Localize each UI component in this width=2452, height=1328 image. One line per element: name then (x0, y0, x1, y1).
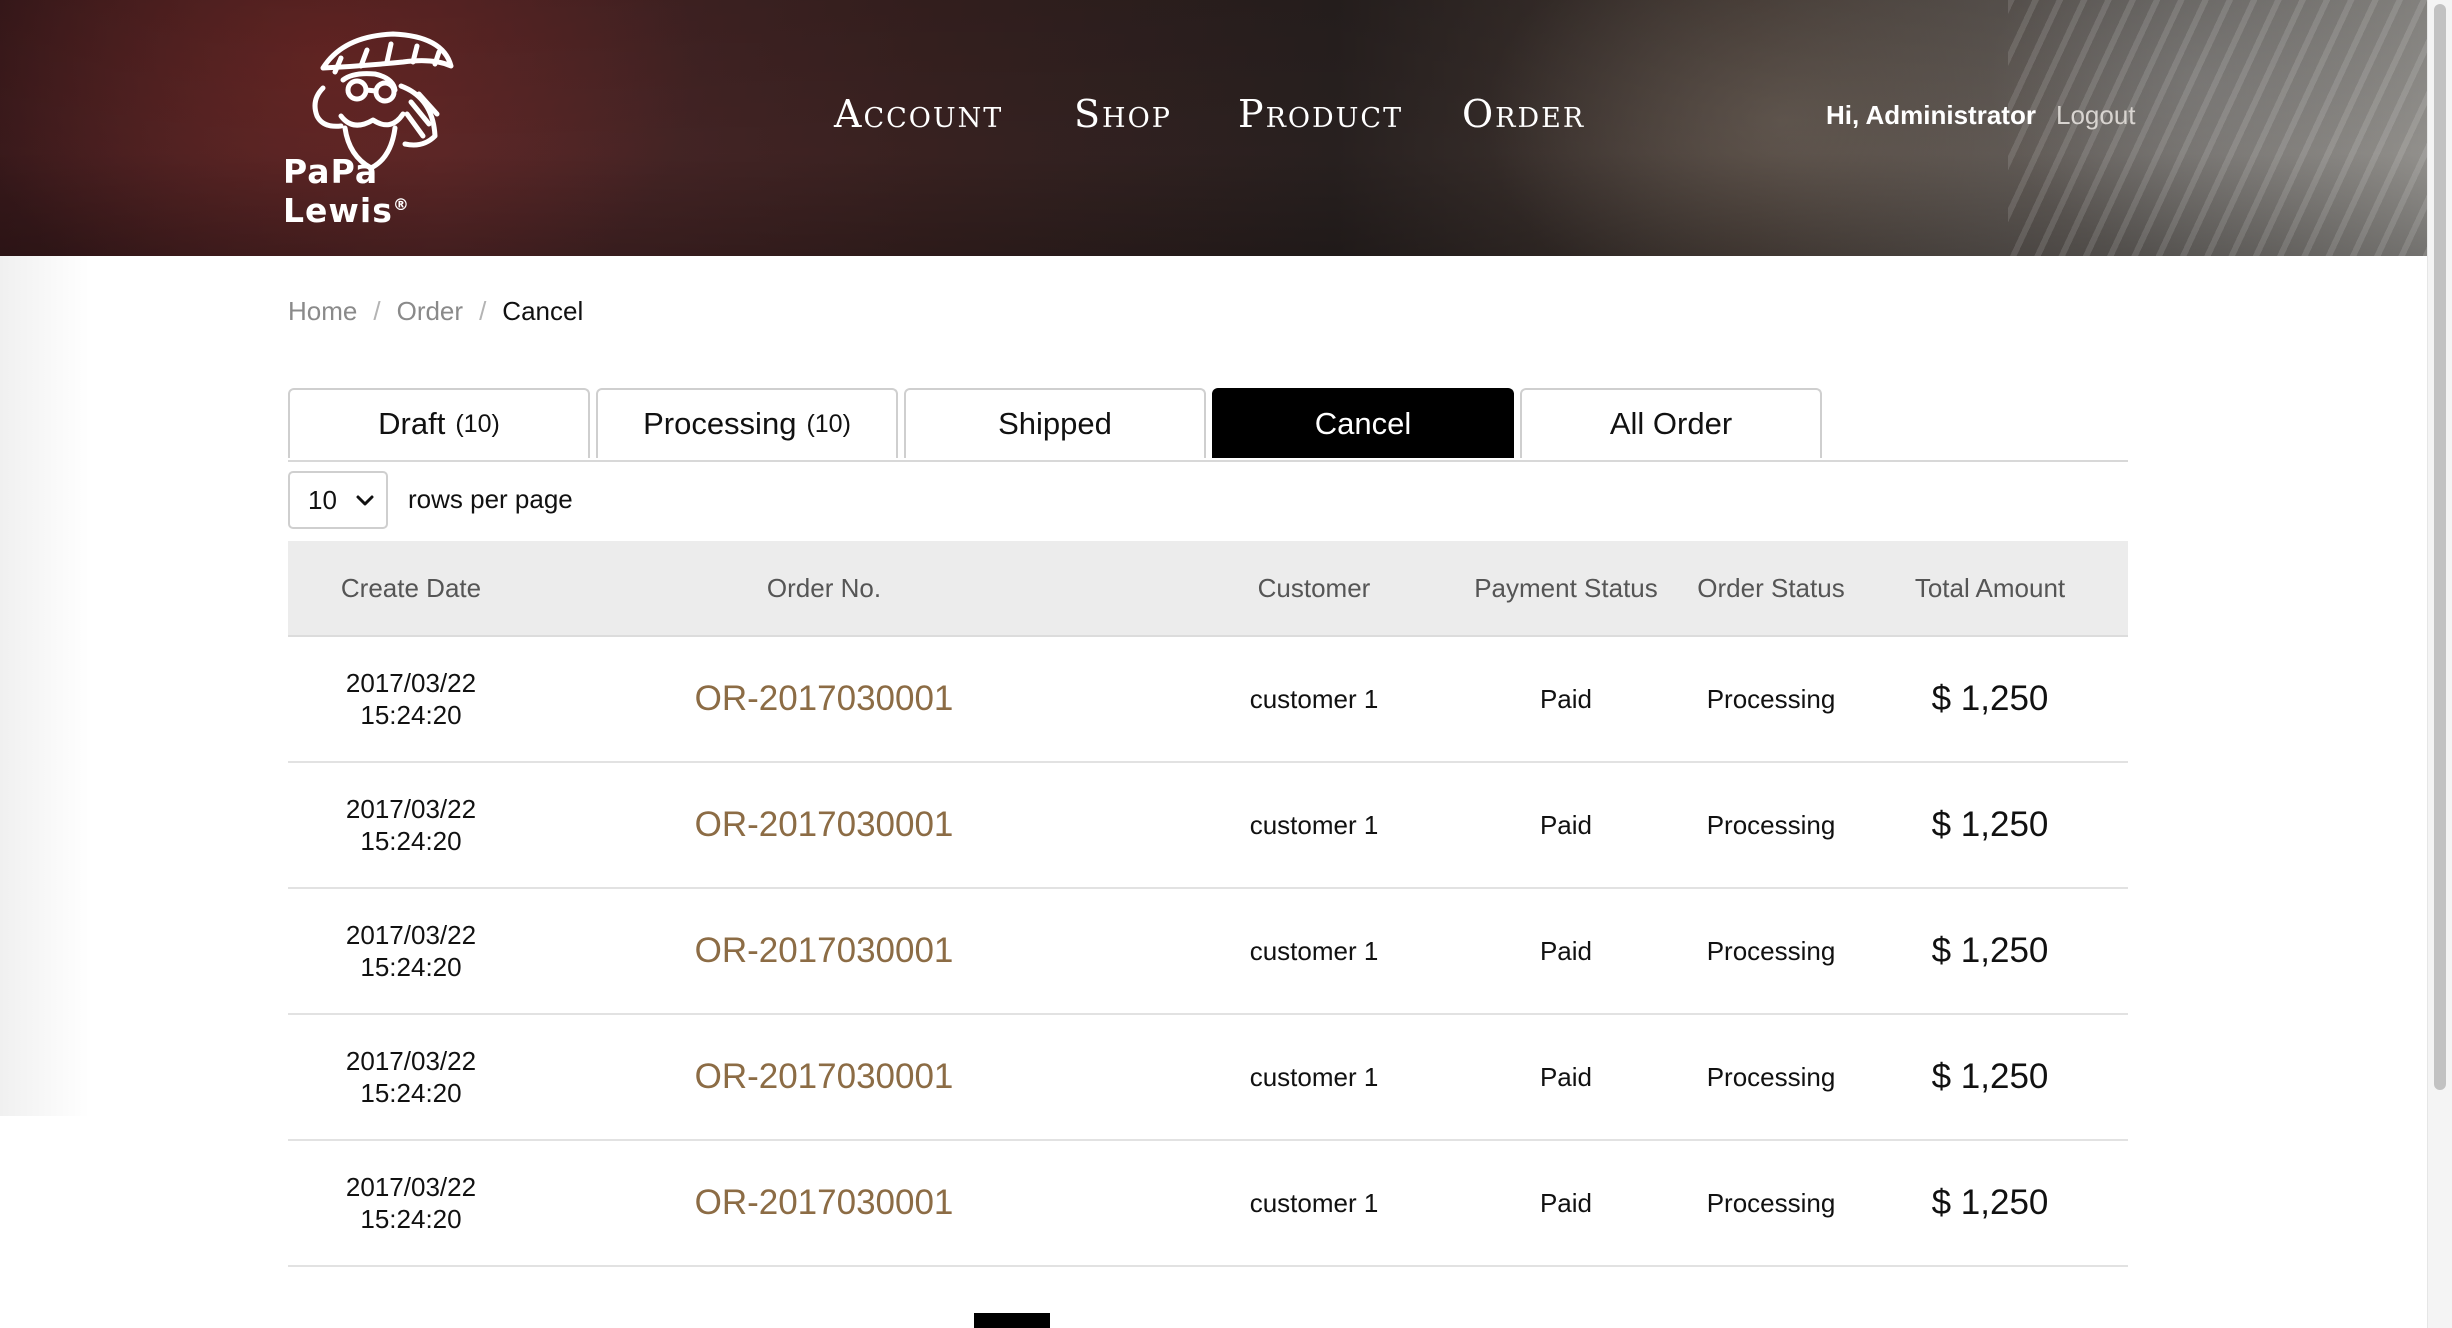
time-text: 15:24:20 (360, 826, 462, 856)
breadcrumb-order[interactable]: Order (397, 296, 463, 326)
cell-total-amount: $ 1,250 (1931, 1057, 2049, 1096)
time-text: 15:24:20 (360, 700, 462, 730)
order-status-tabs: Draft (10) Processing (10) Shipped Cancel … (288, 388, 2128, 462)
pagination-current-page[interactable] (974, 1313, 1050, 1328)
cell-order-status: Processing (1706, 1061, 1836, 1092)
tab-all-order[interactable]: All Order (1520, 388, 1822, 458)
date-text: 2017/03/22 (345, 794, 477, 824)
orders-table: Create Date Order No. Customer Payment S… (288, 541, 2128, 1267)
vertical-scrollbar[interactable] (2427, 0, 2452, 1328)
date-text: 2017/03/22 (345, 920, 477, 950)
column-header-order-no[interactable]: Order No. (534, 541, 1114, 635)
order-number-link[interactable]: OR-2017030001 (534, 1015, 1114, 1139)
tab-cancel[interactable]: Cancel (1212, 388, 1514, 458)
time-text: 15:24:20 (360, 1204, 462, 1234)
table-row[interactable]: 2017/03/22 15:24:20 OR-2017030001 custome… (288, 1141, 2128, 1267)
breadcrumb-current: Cancel (502, 296, 584, 326)
tab-shipped[interactable]: Shipped (904, 388, 1206, 458)
date-text: 2017/03/22 (345, 1172, 477, 1202)
rows-per-page-value: 10 (308, 484, 337, 515)
column-header-order-status[interactable]: Order Status (1666, 541, 1876, 635)
table-row[interactable]: 2017/03/22 15:24:20 OR-2017030001 custome… (288, 637, 2128, 763)
nav-item-shop[interactable]: Shop (1074, 92, 1172, 136)
tab-label: Processing (643, 406, 797, 441)
breadcrumb-separator: / (373, 296, 381, 326)
order-number-link[interactable]: OR-2017030001 (534, 1141, 1114, 1265)
rows-per-page-label: rows per page (408, 484, 573, 514)
table-row[interactable]: 2017/03/22 15:24:20 OR-2017030001 custome… (288, 1015, 2128, 1141)
brand-name[interactable]: PaPa Lewis® (283, 152, 513, 230)
cell-order-status: Processing (1706, 935, 1836, 966)
logout-link[interactable]: Logout (2056, 100, 2136, 131)
chevron-down-icon (356, 495, 374, 506)
time-text: 15:24:20 (360, 952, 462, 982)
brand-name-text: PaPa Lewis (283, 152, 393, 230)
column-header-payment-status[interactable]: Payment Status (1454, 541, 1678, 635)
column-header-create-date[interactable]: Create Date (288, 541, 534, 635)
cell-order-status: Processing (1706, 809, 1836, 840)
cell-payment-status: Paid (1539, 1061, 1593, 1092)
cell-create-date: 2017/03/22 15:24:20 (288, 1015, 534, 1139)
cell-payment-status: Paid (1539, 809, 1593, 840)
tab-count: (10) (806, 409, 851, 438)
cell-total-amount: $ 1,250 (1931, 931, 2049, 970)
cell-create-date: 2017/03/22 15:24:20 (288, 889, 534, 1013)
cell-total-amount: $ 1,250 (1931, 679, 2049, 718)
tab-label: Draft (378, 406, 446, 441)
cell-create-date: 2017/03/22 15:24:20 (288, 637, 534, 761)
nav-item-order[interactable]: Order (1462, 92, 1585, 136)
cell-payment-status: Paid (1539, 1187, 1593, 1218)
time-text: 15:24:20 (360, 1078, 462, 1108)
breadcrumb-separator: / (479, 296, 487, 326)
cell-payment-status: Paid (1539, 935, 1593, 966)
breadcrumb: Home / Order / Cancel (288, 296, 583, 327)
column-header-total-amount[interactable]: Total Amount (1876, 541, 2104, 635)
rows-per-page-select[interactable]: 10 (288, 471, 388, 529)
scrollbar-thumb[interactable] (2434, 4, 2446, 1090)
cell-order-status: Processing (1706, 683, 1836, 714)
tab-draft[interactable]: Draft (10) (288, 388, 590, 458)
cell-order-status: Processing (1706, 1187, 1836, 1218)
cell-total-amount: $ 1,250 (1931, 1183, 2049, 1222)
cell-create-date: 2017/03/22 15:24:20 (288, 1141, 534, 1265)
tab-label: Shipped (998, 406, 1112, 441)
order-number-link[interactable]: OR-2017030001 (534, 763, 1114, 887)
tab-count: (10) (455, 409, 500, 438)
date-text: 2017/03/22 (345, 1046, 477, 1076)
cell-payment-status: Paid (1539, 683, 1593, 714)
tab-label: All Order (1609, 406, 1733, 441)
table-header: Create Date Order No. Customer Payment S… (288, 541, 2128, 637)
table-row[interactable]: 2017/03/22 15:24:20 OR-2017030001 custome… (288, 889, 2128, 1015)
table-row[interactable]: 2017/03/22 15:24:20 OR-2017030001 custome… (288, 763, 2128, 889)
tab-processing[interactable]: Processing (10) (596, 388, 898, 458)
order-number-link[interactable]: OR-2017030001 (534, 637, 1114, 761)
date-text: 2017/03/22 (345, 668, 477, 698)
cell-create-date: 2017/03/22 15:24:20 (288, 763, 534, 887)
registered-mark: ® (392, 195, 410, 214)
tab-label: Cancel (1314, 406, 1412, 441)
breadcrumb-home[interactable]: Home (288, 296, 357, 326)
user-greeting: Hi, Administrator (1826, 100, 2036, 130)
nav-item-product[interactable]: Product (1238, 92, 1403, 136)
nav-item-account[interactable]: Account (834, 92, 1003, 136)
header-banner: PaPa Lewis® Account Shop Product Order H… (0, 0, 2428, 256)
cell-total-amount: $ 1,250 (1931, 805, 2049, 844)
page-side-shadow (0, 256, 90, 1116)
order-number-link[interactable]: OR-2017030001 (534, 889, 1114, 1013)
